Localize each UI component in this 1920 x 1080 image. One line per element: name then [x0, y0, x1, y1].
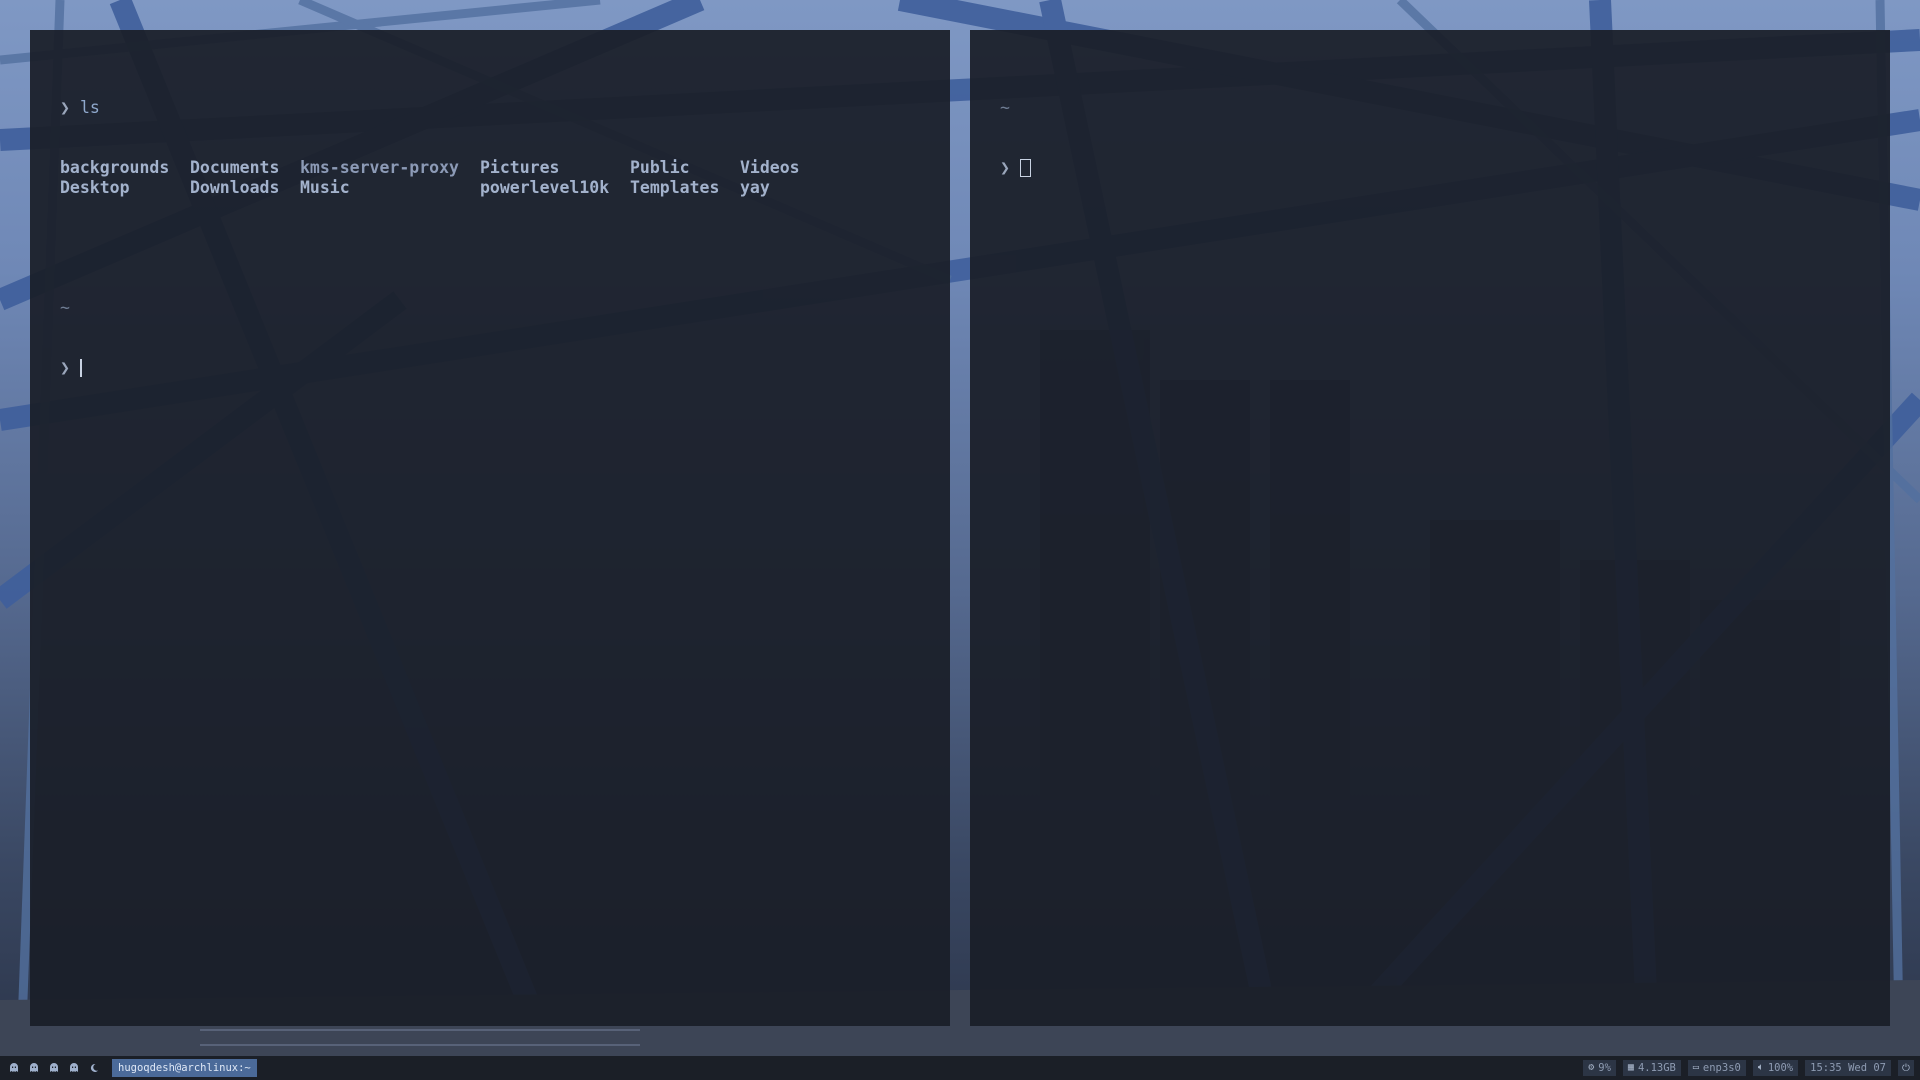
volume-level: 100%: [1767, 1062, 1794, 1074]
ls-entry: Downloads: [190, 178, 280, 197]
ls-entry: Pictures: [480, 158, 560, 177]
clock-text: 15:35 Wed 07: [1810, 1062, 1886, 1074]
ls-entry: Templates: [630, 178, 720, 197]
ls-entry: kms-server-proxy: [300, 158, 459, 177]
ls-entry: Videos: [740, 158, 800, 177]
terminal-right[interactable]: ~ ❯: [970, 30, 1890, 1026]
memory-widget[interactable]: ▦ 4.13GB: [1622, 1060, 1681, 1076]
network-icon: ▭: [1692, 1062, 1699, 1073]
prompt-symbol: ❯: [1000, 158, 1010, 177]
workspace-1-ghost-icon[interactable]: [8, 1062, 20, 1074]
speaker-icon: 🔈︎: [1757, 1062, 1764, 1073]
terminal-left[interactable]: ❯ ls backgrounds Documents kms-server-pr…: [30, 30, 950, 1026]
memory-icon: ▦: [1627, 1062, 1634, 1073]
network-widget[interactable]: ▭ enp3s0: [1687, 1060, 1746, 1076]
prompt-line[interactable]: ❯: [1000, 158, 1040, 178]
cpu-usage: 9%: [1598, 1062, 1611, 1074]
workspace-2-ghost-icon[interactable]: [28, 1062, 40, 1074]
cpu-widget[interactable]: ⚙ 9%: [1583, 1060, 1616, 1076]
cwd-line: ~: [60, 298, 820, 318]
text-cursor: [79, 359, 82, 377]
network-interface: enp3s0: [1702, 1062, 1741, 1074]
ls-entry: Desktop: [60, 178, 130, 197]
cwd-text: ~: [1000, 98, 1010, 117]
ls-entry: powerlevel10k: [480, 178, 610, 197]
volume-widget[interactable]: 🔈︎ 100%: [1752, 1060, 1799, 1076]
ls-entry: Music: [300, 178, 350, 197]
workspace-4-ghost-icon[interactable]: [68, 1062, 80, 1074]
prompt-symbol: ❯: [60, 358, 70, 377]
ls-output: backgrounds Documents kms-server-proxy P…: [60, 158, 820, 198]
ls-entry: Documents: [190, 158, 280, 177]
text-cursor: [1019, 159, 1031, 177]
cwd-text: ~: [60, 298, 70, 317]
terminal-left-content[interactable]: ❯ ls backgrounds Documents kms-server-pr…: [60, 58, 820, 418]
terminal-right-content[interactable]: ~ ❯: [1000, 58, 1040, 218]
ls-entry: backgrounds: [60, 158, 170, 177]
ls-entry: Public: [630, 158, 690, 177]
active-window-title[interactable]: hugoqdesh@archlinux:~: [112, 1059, 257, 1077]
cwd-line: ~: [1000, 98, 1040, 118]
status-bar: hugoqdesh@archlinux:~ ⚙ 9% ▦ 4.13GB ▭ en…: [0, 1056, 1920, 1080]
command-text: ls: [79, 98, 100, 117]
workspace-3-ghost-icon[interactable]: [48, 1062, 60, 1074]
memory-usage: 4.13GB: [1637, 1062, 1676, 1074]
power-icon[interactable]: ⏻: [1898, 1060, 1914, 1076]
prompt-symbol: ❯: [60, 98, 70, 117]
prompt-line[interactable]: ❯: [60, 358, 820, 378]
command-line: ❯ ls: [60, 98, 820, 118]
gear-icon: ⚙: [1588, 1062, 1595, 1073]
workspace-5-moon-icon[interactable]: [88, 1062, 100, 1074]
ls-entry: yay: [740, 178, 770, 197]
clock-widget[interactable]: 15:35 Wed 07: [1805, 1060, 1891, 1076]
